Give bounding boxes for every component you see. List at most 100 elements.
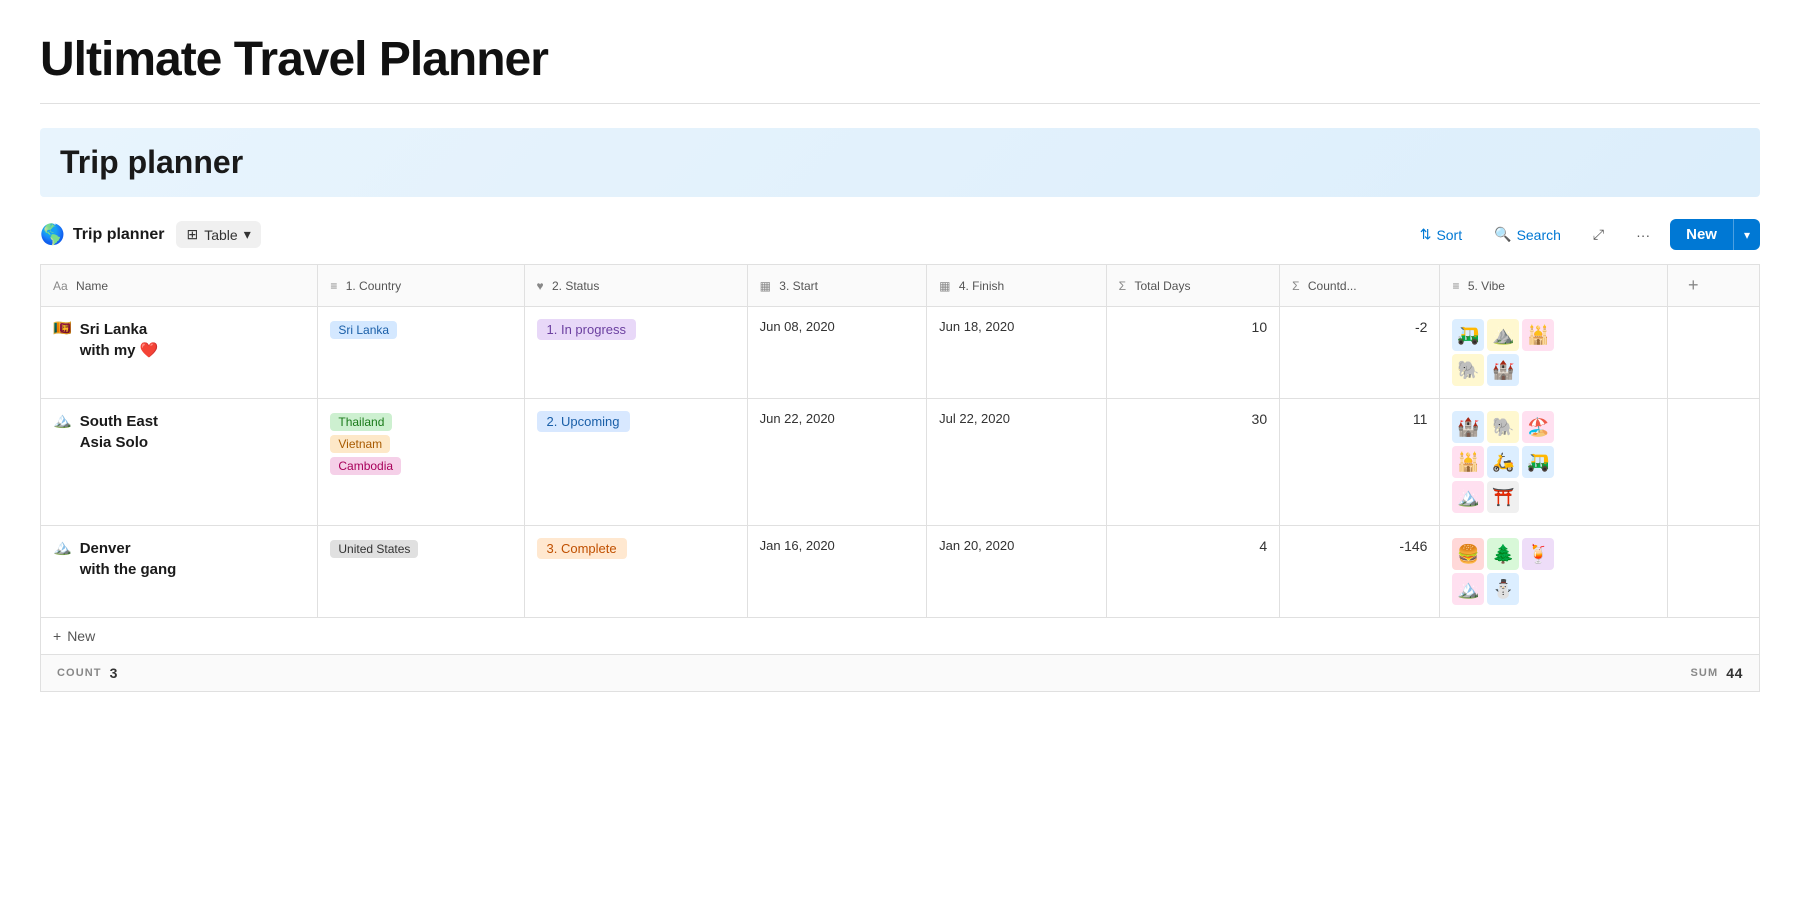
sort-button[interactable]: ⇅ Sort	[1408, 220, 1474, 249]
globe-icon: 🌎	[40, 222, 65, 247]
sum-value: 44	[1726, 665, 1743, 681]
new-row-label: New	[67, 628, 95, 644]
cell-countdown-row2: 11	[1280, 399, 1440, 526]
view-label: Table	[204, 227, 237, 243]
cell-vibe-row1: 🛺⛰️🕌🐘🏰	[1440, 307, 1668, 399]
col-total-days-label: Total Days	[1134, 279, 1190, 293]
calendar-icon: ▦	[760, 279, 771, 293]
vibe-item: 🏰	[1487, 354, 1519, 386]
row-name: Sri Lanka with my ❤️	[80, 319, 159, 361]
cell-finish-row3: Jan 20, 2020	[927, 526, 1107, 618]
table-row: 🏔️ Denver with the gang United States 3. Co…	[41, 526, 1759, 618]
col-header-start: ▦ 3. Start	[747, 265, 927, 307]
cell-status-row1: 1. In progress	[524, 307, 747, 399]
sum-label: SUM	[1690, 667, 1718, 679]
country-tag: Vietnam	[330, 435, 390, 453]
cell-start-row2: Jun 22, 2020	[747, 399, 927, 526]
new-caret-button[interactable]: ▾	[1733, 219, 1760, 250]
vibe-item: 🏖️	[1522, 411, 1554, 443]
vibe-item: 🐘	[1487, 411, 1519, 443]
vibe-item: 🛵	[1487, 446, 1519, 478]
sort-label: Sort	[1436, 227, 1462, 243]
data-table: Aa Name ≡ 1. Country ♥ 2. Status ▦ 3. St…	[40, 264, 1760, 655]
col-header-countdown: Σ Countd...	[1280, 265, 1440, 307]
new-row-button[interactable]: + New	[41, 617, 1759, 654]
section-header: Trip planner	[40, 128, 1760, 197]
vibe-item: 🍔	[1452, 538, 1484, 570]
toolbar-right: ⇅ Sort 🔍 Search ⤢ ··· New ▾	[1408, 219, 1760, 250]
col-status-label: 2. Status	[552, 279, 599, 293]
cell-start-row3: Jan 16, 2020	[747, 526, 927, 618]
cell-country-row2: ThailandVietnamCambodia	[318, 399, 524, 526]
col-name-label: Name	[76, 279, 108, 293]
table-footer: COUNT 3 SUM 44	[40, 655, 1760, 692]
db-name: Trip planner	[73, 226, 165, 244]
sigma2-icon: Σ	[1292, 279, 1299, 293]
cell-name-row3[interactable]: 🏔️ Denver with the gang	[41, 526, 318, 618]
cell-vibe-row3: 🍔🌲🍹🏔️⛄	[1440, 526, 1668, 618]
vibe-item: 🍹	[1522, 538, 1554, 570]
cell-name-row2[interactable]: 🏔️South East Asia Solo	[41, 399, 318, 526]
count-value: 3	[110, 665, 118, 681]
text-icon: Aa	[53, 279, 68, 293]
cell-empty	[1668, 399, 1759, 526]
more-button[interactable]: ···	[1624, 221, 1662, 249]
col-header-add[interactable]: +	[1668, 265, 1759, 307]
table-row: 🇱🇰 Sri Lanka with my ❤️ Sri Lanka 1. In pro…	[41, 307, 1759, 399]
table-row: 🏔️South East Asia SoloThailandVietnamCam…	[41, 399, 1759, 526]
cell-total-days-row2: 30	[1106, 399, 1279, 526]
toolbar: 🌎 Trip planner ⊞ Table ▾ ⇅ Sort 🔍 Search…	[40, 213, 1760, 256]
db-title: 🌎 Trip planner	[40, 222, 164, 247]
col-finish-label: 4. Finish	[959, 279, 1004, 293]
flag-icon: 🏔️	[53, 411, 72, 429]
vibe-item: 🕌	[1522, 319, 1554, 351]
row-name: Denver with the gang	[80, 538, 177, 580]
list2-icon: ≡	[1452, 279, 1459, 293]
vibe-item: 🛺	[1522, 446, 1554, 478]
vibe-item: 🛺	[1452, 319, 1484, 351]
cell-finish-row1: Jun 18, 2020	[927, 307, 1107, 399]
status-badge: 2. Upcoming	[537, 411, 630, 432]
cell-empty	[1668, 307, 1759, 399]
footer-sum: SUM 44	[1690, 665, 1743, 681]
page-title: Ultimate Travel Planner	[40, 32, 1760, 87]
cell-vibe-row2: 🏰🐘🏖️🕌🛵🛺🏔️⛩️	[1440, 399, 1668, 526]
heart-icon: ♥	[537, 279, 544, 293]
expand-button[interactable]: ⤢	[1581, 220, 1616, 249]
new-main-button[interactable]: New	[1670, 219, 1733, 250]
more-icon: ···	[1636, 227, 1650, 243]
vibe-item: 🌲	[1487, 538, 1519, 570]
country-tag: United States	[330, 540, 418, 558]
sort-icon: ⇅	[1420, 226, 1432, 243]
expand-icon: ⤢	[1593, 226, 1604, 243]
cell-finish-row2: Jul 22, 2020	[927, 399, 1107, 526]
new-button-group: New ▾	[1670, 219, 1760, 250]
view-selector[interactable]: ⊞ Table ▾	[176, 221, 260, 248]
col-start-label: 3. Start	[779, 279, 818, 293]
status-badge: 3. Complete	[537, 538, 627, 559]
cell-total-days-row1: 10	[1106, 307, 1279, 399]
flag-icon: 🇱🇰	[53, 319, 72, 337]
cell-name-row1[interactable]: 🇱🇰 Sri Lanka with my ❤️	[41, 307, 318, 399]
vibe-item: ⛄	[1487, 573, 1519, 605]
col-vibe-label: 5. Vibe	[1468, 279, 1505, 293]
vibe-item: 🏰	[1452, 411, 1484, 443]
cell-country-row3: United States	[318, 526, 524, 618]
search-label: Search	[1517, 227, 1561, 243]
title-divider	[40, 103, 1760, 104]
sigma-icon: Σ	[1119, 279, 1126, 293]
table-grid-icon: ⊞	[186, 226, 198, 243]
cell-status-row2: 2. Upcoming	[524, 399, 747, 526]
add-column-icon[interactable]: +	[1680, 275, 1707, 295]
col-header-vibe: ≡ 5. Vibe	[1440, 265, 1668, 307]
search-button[interactable]: 🔍 Search	[1482, 220, 1573, 249]
search-icon: 🔍	[1494, 226, 1511, 243]
cell-country-row1: Sri Lanka	[318, 307, 524, 399]
col-header-total-days: Σ Total Days	[1106, 265, 1279, 307]
table-header-row: Aa Name ≡ 1. Country ♥ 2. Status ▦ 3. St…	[41, 265, 1759, 307]
flag-icon: 🏔️	[53, 538, 72, 556]
plus-icon: +	[53, 628, 61, 644]
vibe-item: ⛩️	[1487, 481, 1519, 513]
country-tag: Sri Lanka	[330, 321, 397, 339]
cell-total-days-row3: 4	[1106, 526, 1279, 618]
